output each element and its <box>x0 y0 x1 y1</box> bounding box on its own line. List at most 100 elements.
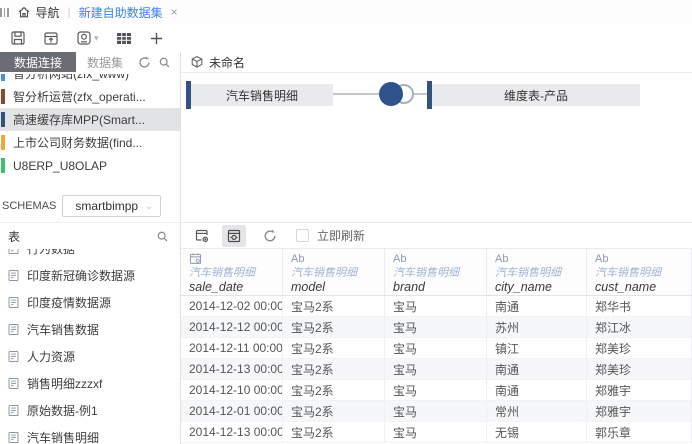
connection-item[interactable]: 智分析网站(zfx_www) <box>0 74 180 85</box>
connection-color-bar <box>1 158 5 173</box>
table-doc-icon <box>7 296 20 309</box>
table-cell: 郑美珍 <box>587 359 692 379</box>
table-cell: 2014-12-01 00:00:... <box>181 401 283 421</box>
table-cell: 宝马2系 <box>283 317 385 337</box>
table-view-button[interactable] <box>116 31 132 46</box>
text-type-icon: Ab <box>291 252 380 266</box>
table-cell: 南通 <box>487 380 587 400</box>
connection-list: 智分析网站(zfx_www)智分析运营(zfx_operati... 高速缓存库M… <box>0 74 180 177</box>
connection-item[interactable]: 高速缓存库MPP(Smart... <box>0 108 180 131</box>
table-cell: 常州 <box>487 401 587 421</box>
table-doc-icon <box>7 377 20 390</box>
source-node[interactable]: 汽车销售明细 <box>191 84 333 106</box>
table-list-item[interactable]: 行为数据 <box>0 249 180 262</box>
refresh-now-label[interactable]: 立即刷新 <box>317 227 365 244</box>
table-cell: 郑雅宇 <box>587 401 692 421</box>
dataset-header: 未命名 <box>181 52 692 73</box>
table-cell: 宝马 <box>385 422 487 442</box>
table-cell: 宝马2系 <box>283 296 385 316</box>
column-field-name: brand <box>393 279 482 295</box>
connection-label: 上市公司财务数据(find... <box>13 134 142 151</box>
connection-label: 高速缓存库MPP(Smart... <box>13 111 145 128</box>
breadcrumb-separator: | <box>68 5 71 19</box>
main-panel: 未命名 汽车销售明细 维度表-产品 立即刷新 <box>181 52 692 444</box>
date-type-icon <box>189 252 278 266</box>
column-header[interactable]: 汽车销售明细sale_date <box>181 249 283 295</box>
collapsed-menu-icon[interactable] <box>0 8 9 17</box>
table-list-item[interactable]: 原始数据-例1 <box>0 397 180 424</box>
table-list-item[interactable]: 汽车销售明细 <box>0 424 180 444</box>
table-cell: 郑华书 <box>587 296 692 316</box>
close-icon[interactable]: × <box>171 6 178 18</box>
table-row[interactable]: 2014-12-11 00:00:...宝马2系宝马镇江郑美珍 <box>181 338 692 359</box>
table-cell: 南通 <box>487 359 587 379</box>
join-flow-canvas[interactable]: 汽车销售明细 维度表-产品 <box>181 73 692 222</box>
table-list: 行为数据印度新冠确诊数据源印度疫情数据源汽车销售数据人力资源销售明细zzzxf 原… <box>0 249 180 444</box>
table-cell: 镇江 <box>487 338 587 358</box>
schema-selected-value: smartbimpp <box>75 199 138 213</box>
refresh-now-checkbox[interactable] <box>296 229 309 242</box>
table-list-label: 销售明细zzzxf <box>27 375 102 392</box>
table-row[interactable]: 2014-12-10 00:00:...宝马2系宝马南通郑雅宇 <box>181 380 692 401</box>
seal-dropdown-button[interactable]: ▾ <box>76 30 99 46</box>
joined-node[interactable]: 维度表-产品 <box>432 84 640 106</box>
detail-settings-button[interactable] <box>190 225 214 247</box>
save-button[interactable] <box>10 30 26 46</box>
column-source-table: 汽车销售明细 <box>291 266 380 279</box>
flow-connector <box>414 93 427 95</box>
tab-data-connections[interactable]: 数据连接 <box>0 52 76 72</box>
schema-select[interactable]: smartbimpp ⌄ <box>62 195 161 217</box>
table-list-label: 汽车销售数据 <box>27 321 99 338</box>
table-cell: 2014-12-10 00:00:... <box>181 380 283 400</box>
table-cell: 郭乐章 <box>587 422 692 442</box>
table-doc-icon <box>7 350 20 363</box>
sidebar: 数据连接 数据集 智分析网站(zfx_www)智分析运营(zfx_operati… <box>0 52 181 444</box>
column-header[interactable]: Ab汽车销售明细cust_name <box>587 249 692 295</box>
table-list-label: 人力资源 <box>27 348 75 365</box>
tab-datasets[interactable]: 数据集 <box>76 52 134 72</box>
table-cell: 2014-12-13 00:00:... <box>181 359 283 379</box>
search-icon[interactable] <box>158 56 171 69</box>
refresh-preview-icon[interactable] <box>258 225 282 247</box>
column-header[interactable]: Ab汽车销售明细city_name <box>487 249 587 295</box>
table-row[interactable]: 2014-12-13 00:00:...宝马2系宝马无锡郭乐章 <box>181 422 692 443</box>
table-row[interactable]: 2014-12-02 00:00:...宝马2系宝马南通郑华书 <box>181 296 692 317</box>
table-list-item[interactable]: 印度疫情数据源 <box>0 289 180 316</box>
refresh-icon[interactable] <box>138 56 151 69</box>
table-cell: 宝马2系 <box>283 338 385 358</box>
table-doc-icon <box>7 431 20 444</box>
column-field-name: city_name <box>495 279 582 295</box>
table-list-item[interactable]: 印度新冠确诊数据源 <box>0 262 180 289</box>
dataset-name[interactable]: 未命名 <box>209 54 245 71</box>
column-header[interactable]: Ab汽车销售明细brand <box>385 249 487 295</box>
open-tab-title[interactable]: 新建自助数据集 <box>79 4 163 21</box>
text-type-icon: Ab <box>393 252 482 266</box>
table-doc-icon <box>7 323 20 336</box>
table-doc-icon <box>7 269 20 282</box>
join-type-icon[interactable] <box>379 82 403 106</box>
add-button[interactable] <box>149 31 164 46</box>
table-cell: 2014-12-13 00:00:... <box>181 422 283 442</box>
table-list-item[interactable]: 汽车销售数据 <box>0 316 180 343</box>
table-row[interactable]: 2014-12-13 00:00:...宝马2系宝马南通郑美珍 <box>181 359 692 380</box>
connection-label: U8ERP_U8OLAP <box>13 159 107 173</box>
table-list-item[interactable]: 人力资源 <box>0 343 180 370</box>
table-search-icon[interactable] <box>156 230 169 243</box>
connection-item[interactable]: U8ERP_U8OLAP <box>0 154 180 177</box>
table-list-label: 原始数据-例1 <box>27 402 98 419</box>
connection-item[interactable]: 上市公司财务数据(find... <box>0 131 180 154</box>
table-row[interactable]: 2014-12-01 00:00:...宝马2系宝马常州郑雅宇 <box>181 401 692 422</box>
table-cell: 2014-12-11 00:00:... <box>181 338 283 358</box>
preview-mode-button[interactable] <box>222 225 246 247</box>
sidebar-tabs: 数据连接 数据集 <box>0 52 180 72</box>
column-header[interactable]: Ab汽车销售明细model <box>283 249 385 295</box>
table-row[interactable]: 2014-12-12 00:00:...宝马2系宝马苏州郑江冰 <box>181 317 692 338</box>
cube-icon <box>190 55 204 69</box>
connection-item[interactable]: 智分析运营(zfx_operati... <box>0 85 180 108</box>
table-cell: 宝马2系 <box>283 359 385 379</box>
nav-label[interactable]: 导航 <box>36 4 60 21</box>
column-source-table: 汽车销售明细 <box>595 266 687 279</box>
home-icon[interactable] <box>17 5 31 19</box>
table-list-item[interactable]: 销售明细zzzxf <box>0 370 180 397</box>
save-as-button[interactable] <box>43 30 59 46</box>
